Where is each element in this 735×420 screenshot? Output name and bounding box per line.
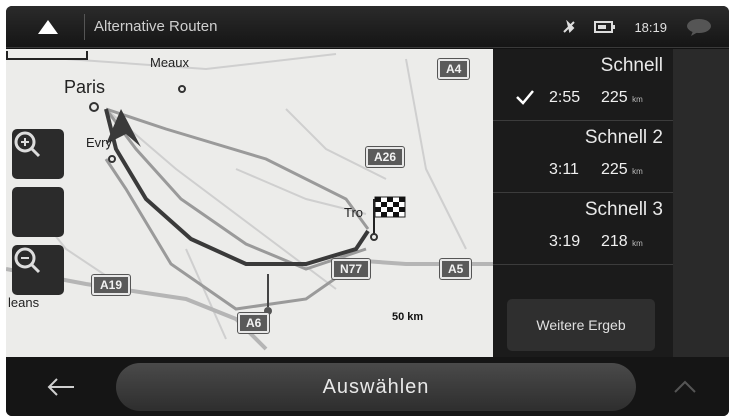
separator xyxy=(84,14,85,40)
message-bubble-icon[interactable] xyxy=(685,17,713,37)
zoom-out-button[interactable] xyxy=(12,245,64,295)
city-label-paris: Paris xyxy=(64,77,106,97)
clock: 18:19 xyxy=(634,19,667,35)
road-shield-a26: A26 xyxy=(366,147,405,167)
road-shield-a4: A4 xyxy=(438,59,470,79)
route-distance: 218 km xyxy=(601,233,643,250)
select-button[interactable]: Auswählen xyxy=(116,363,636,411)
arrow-left-icon xyxy=(47,378,74,396)
route-name: Schnell xyxy=(600,55,663,76)
city-label-troyes: Tro xyxy=(344,205,364,220)
road-shield-a5: A5 xyxy=(440,259,472,279)
route-distance: 225 km xyxy=(601,89,643,106)
expand-button[interactable] xyxy=(650,363,720,411)
route-name: Schnell 2 xyxy=(584,127,663,148)
route-time: 3:11 xyxy=(549,161,579,178)
road-shield-a6: A6 xyxy=(238,313,270,333)
gps-off-icon xyxy=(563,20,576,33)
checkered-flag-icon xyxy=(370,196,406,241)
route-time: 3:19 xyxy=(549,233,581,250)
top-bar: Alternative Routen 18:19 xyxy=(6,6,729,48)
battery-icon xyxy=(594,21,616,33)
map-view-mode-button[interactable] xyxy=(12,187,64,237)
city-label-evry: Evry xyxy=(86,135,112,150)
more-results-button[interactable]: Weitere Ergeb xyxy=(507,299,655,351)
triangle-up-icon xyxy=(38,20,58,34)
status-area: 18:19 xyxy=(562,14,713,40)
road-shield-n77: N77 xyxy=(332,259,371,279)
zoom-in-button[interactable] xyxy=(12,129,64,179)
bottom-bar: Auswählen xyxy=(6,357,729,416)
route-item-1[interactable]: Schnell 2:55 225 km xyxy=(493,49,673,121)
menu-up-button[interactable] xyxy=(20,10,76,44)
scale-label: 50 km xyxy=(392,311,424,323)
city-label-orleans: leans xyxy=(8,295,40,310)
route-item-2[interactable]: Schnell 2 3:11 225 km xyxy=(493,121,673,193)
back-button[interactable] xyxy=(26,363,96,411)
route-name: Schnell 3 xyxy=(584,199,663,220)
zoom-in-icon xyxy=(14,131,41,158)
navigation-screen: Alternative Routen 18:19 Paris Meaux Evr… xyxy=(6,6,729,416)
page-title: Alternative Routen xyxy=(94,18,218,35)
zoom-out-icon xyxy=(14,247,41,274)
route-list-scrollbar[interactable] xyxy=(673,49,729,357)
city-label-meaux: Meaux xyxy=(150,55,190,70)
route-time: 2:55 xyxy=(549,89,581,106)
route-distance: 225 km xyxy=(601,161,643,178)
route-list: Schnell 2:55 225 km Schnell 2 3:11 225 k… xyxy=(493,49,729,357)
road-shield-a19: A19 xyxy=(92,275,131,295)
checkmark-icon xyxy=(516,90,534,105)
scale-bar xyxy=(6,51,88,60)
route-item-3[interactable]: Schnell 3 3:19 218 km xyxy=(493,193,673,265)
map-view[interactable]: Paris Meaux Evry Tro leans A4 A26 N77 A5… xyxy=(6,49,493,357)
start-pin-icon xyxy=(264,274,272,315)
chevron-up-icon xyxy=(674,380,696,393)
